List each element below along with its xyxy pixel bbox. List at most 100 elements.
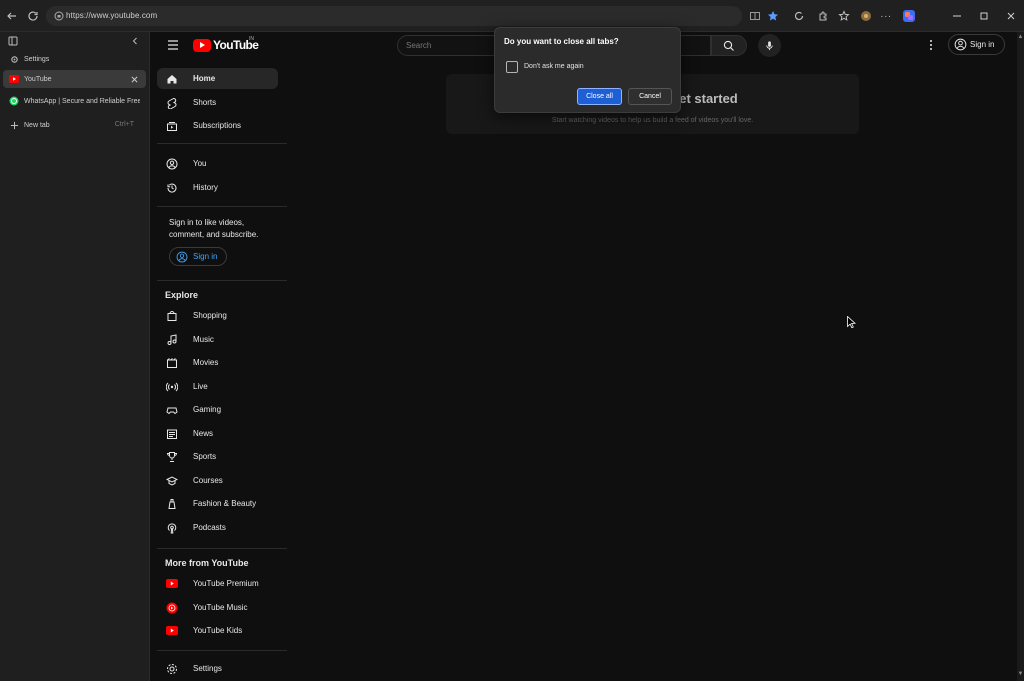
tab-settings[interactable]: Settings bbox=[3, 50, 146, 68]
new-tab-button[interactable]: New tab Ctrl+T bbox=[3, 116, 146, 134]
more-options-button[interactable]: ··· bbox=[877, 7, 895, 25]
tab-whatsapp[interactable]: WhatsApp | Secure and Reliable Free bbox=[3, 92, 146, 110]
news-icon bbox=[165, 427, 178, 440]
sidebar-item-label: Subscriptions bbox=[193, 121, 242, 130]
page-scrollbar[interactable]: ▲ ▼ bbox=[1017, 32, 1024, 681]
music-icon bbox=[165, 333, 178, 346]
menu-button[interactable] bbox=[164, 36, 182, 54]
sidebar-item-live[interactable]: Live bbox=[157, 376, 278, 397]
favorites-button[interactable] bbox=[835, 7, 853, 25]
close-icon bbox=[1007, 12, 1015, 20]
account-circle-icon bbox=[176, 251, 188, 263]
address-bar[interactable]: https://www.youtube.com bbox=[46, 6, 742, 26]
sidebar-divider bbox=[157, 280, 287, 281]
site-info-icon[interactable] bbox=[52, 9, 66, 23]
close-tab-button[interactable] bbox=[128, 73, 140, 85]
copilot-button[interactable] bbox=[900, 7, 918, 25]
sidebar-item-you[interactable]: You bbox=[157, 153, 278, 174]
history-icon bbox=[165, 181, 178, 194]
collections-button[interactable] bbox=[857, 7, 875, 25]
tab-actions-button[interactable] bbox=[6, 34, 20, 48]
minimize-button[interactable] bbox=[946, 6, 968, 26]
home-icon bbox=[165, 72, 178, 85]
header-sign-in-button[interactable]: Sign in bbox=[948, 34, 1005, 55]
url-text: https://www.youtube.com bbox=[66, 11, 158, 20]
sidebar-item-home[interactable]: Home bbox=[157, 68, 278, 89]
sidebar-item-youtube-music[interactable]: YouTube Music bbox=[157, 597, 278, 618]
sidebar-item-label: Music bbox=[193, 335, 214, 344]
you-icon bbox=[165, 157, 178, 170]
sidebar-item-label: Settings bbox=[193, 664, 222, 673]
sidebar-item-shorts[interactable]: Shorts bbox=[157, 92, 278, 113]
maximize-button[interactable] bbox=[973, 6, 995, 26]
courses-icon bbox=[165, 474, 178, 487]
extensions-button[interactable] bbox=[814, 7, 832, 25]
sign-in-label: Sign in bbox=[970, 40, 995, 49]
settings-menu-button[interactable] bbox=[923, 37, 939, 53]
tab-youtube[interactable]: YouTube bbox=[3, 70, 146, 88]
chevron-left-icon bbox=[132, 37, 137, 45]
sidebar-item-gaming[interactable]: Gaming bbox=[157, 399, 278, 420]
whatsapp-icon bbox=[9, 96, 19, 106]
puzzle-icon bbox=[819, 11, 827, 21]
sidebar-item-shopping[interactable]: Shopping bbox=[157, 305, 278, 326]
close-icon bbox=[131, 76, 137, 82]
sidebar-item-music[interactable]: Music bbox=[157, 329, 278, 350]
sidebar-item-label: Courses bbox=[193, 476, 223, 485]
refresh-icon bbox=[28, 11, 38, 21]
refresh-button[interactable] bbox=[24, 7, 42, 25]
sidebar-item-podcasts[interactable]: Podcasts bbox=[157, 517, 278, 538]
copilot-icon bbox=[903, 10, 915, 22]
sidebar-item-movies[interactable]: Movies bbox=[157, 352, 278, 373]
sidebar-item-label: Live bbox=[193, 382, 208, 391]
sidebar-item-label: Gaming bbox=[193, 405, 222, 414]
microphone-icon bbox=[766, 41, 773, 51]
close-window-button[interactable] bbox=[1000, 6, 1022, 26]
guide-sidebar: Home Shorts Subscriptions You History Si… bbox=[151, 60, 287, 681]
dont-ask-again-label[interactable]: Don't ask me again bbox=[524, 63, 584, 70]
vertical-tab-strip: Settings YouTube WhatsApp | Secure and R… bbox=[0, 32, 150, 681]
sidebar-item-settings[interactable]: Settings bbox=[157, 658, 278, 679]
voice-search-button[interactable] bbox=[758, 34, 781, 57]
favorite-button[interactable] bbox=[764, 7, 782, 25]
sidebar-item-youtube-premium[interactable]: YouTube Premium bbox=[157, 573, 278, 594]
favorites-star-icon bbox=[838, 10, 850, 21]
cancel-button[interactable]: Cancel bbox=[628, 88, 672, 105]
youtube-music-icon bbox=[165, 601, 178, 614]
scroll-up-arrow-icon[interactable]: ▲ bbox=[1017, 33, 1024, 40]
star-filled-icon bbox=[768, 11, 778, 21]
gaming-icon bbox=[165, 403, 178, 416]
tab-label: WhatsApp | Secure and Reliable Free bbox=[24, 98, 140, 105]
collapse-pane-button[interactable] bbox=[128, 34, 142, 48]
sidebar-item-news[interactable]: News bbox=[157, 423, 278, 444]
split-screen-button[interactable] bbox=[746, 7, 764, 25]
search-icon bbox=[723, 40, 734, 51]
scroll-down-arrow-icon[interactable]: ▼ bbox=[1017, 670, 1024, 677]
sidebar-item-label: YouTube Kids bbox=[193, 626, 243, 635]
youtube-play-icon bbox=[193, 38, 211, 52]
sidebar-sign-in-button[interactable]: Sign in bbox=[169, 247, 227, 266]
close-all-button[interactable]: Close all bbox=[577, 88, 622, 105]
sidebar-item-history[interactable]: History bbox=[157, 177, 278, 198]
sidebar-divider bbox=[157, 143, 287, 144]
sidebar-item-courses[interactable]: Courses bbox=[157, 470, 278, 491]
browser-refresh-ext-button[interactable] bbox=[790, 7, 808, 25]
sidebar-item-youtube-kids[interactable]: YouTube Kids bbox=[157, 620, 278, 641]
new-tab-shortcut: Ctrl+T bbox=[114, 121, 134, 128]
movies-icon bbox=[165, 356, 178, 369]
youtube-logo[interactable]: YouTube IN bbox=[193, 36, 259, 53]
sidebar-item-subscriptions[interactable]: Subscriptions bbox=[157, 115, 278, 136]
back-button[interactable] bbox=[3, 7, 21, 25]
split-screen-icon bbox=[750, 12, 760, 20]
sidebar-item-sports[interactable]: Sports bbox=[157, 446, 278, 467]
sidebar-item-fashion-beauty[interactable]: Fashion & Beauty bbox=[157, 493, 278, 514]
tab-label: Settings bbox=[24, 56, 50, 63]
sidebar-item-label: Podcasts bbox=[193, 523, 226, 532]
dont-ask-again-checkbox[interactable] bbox=[506, 61, 518, 73]
sign-in-label: Sign in bbox=[193, 252, 218, 261]
sports-icon bbox=[165, 450, 178, 463]
gear-icon bbox=[9, 54, 19, 64]
search-button[interactable] bbox=[711, 35, 747, 56]
podcasts-icon bbox=[165, 521, 178, 534]
sidebar-divider bbox=[157, 206, 287, 207]
